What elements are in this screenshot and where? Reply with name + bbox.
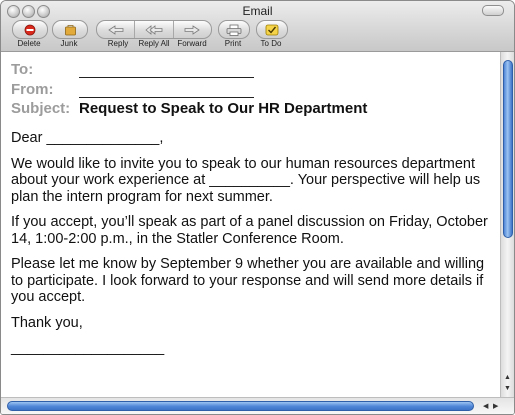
forward-button[interactable] (174, 21, 211, 38)
message-body[interactable]: Dear ______________, We would like to in… (11, 130, 493, 366)
forward-arrow-icon (184, 24, 201, 35)
junk-bag-icon (64, 24, 76, 35)
to-label: To: (11, 61, 34, 78)
reply-segmented-control (96, 20, 212, 39)
scroll-right-arrow-icon[interactable]: ▶ (493, 402, 498, 410)
salutation: Dear ______________, (11, 130, 164, 146)
reply-arrow-icon (107, 24, 124, 35)
horizontal-scrollbar[interactable]: ◀ ▶ (1, 397, 514, 414)
printer-icon (226, 24, 242, 36)
todo-label: To Do (260, 39, 282, 48)
horizontal-scroll-thumb[interactable] (7, 401, 474, 411)
reply-all-arrow-icon (145, 24, 163, 35)
reply-button[interactable] (97, 21, 136, 38)
paragraph-details: If you accept, you’ll speak as part of a… (11, 214, 488, 247)
delete-button[interactable] (12, 20, 48, 39)
message-pane: To: From: Subject: Request to Speak to O… (1, 52, 501, 397)
reply-all-button[interactable] (135, 21, 174, 38)
no-entry-icon (24, 24, 36, 35)
scroll-up-arrow-icon[interactable]: ▲ (504, 374, 511, 381)
junk-label: Junk (60, 39, 78, 48)
vertical-scroll-thumb[interactable] (503, 60, 513, 238)
from-field[interactable] (79, 97, 254, 98)
toolbar-toggle-button[interactable] (482, 5, 504, 16)
subject-label: Subject: (11, 100, 71, 117)
paragraph-request: Please let me know by September 9 whethe… (11, 256, 485, 305)
todo-button[interactable] (256, 20, 288, 39)
paragraph-invitation: We would like to invite you to speak to … (11, 155, 481, 205)
window-title: Email (242, 4, 273, 18)
from-label: From: (11, 81, 54, 98)
scroll-down-arrow-icon[interactable]: ▼ (504, 385, 511, 392)
email-window: Email Delete Junk Reply Reply All Forwar… (0, 0, 515, 415)
to-field[interactable] (79, 77, 254, 78)
junk-button[interactable] (52, 20, 88, 39)
vertical-scrollbar[interactable]: ▲ ▼ (500, 52, 514, 397)
checkmark-icon (265, 24, 279, 35)
title-bar: Email Delete Junk Reply Reply All Forwar… (1, 1, 514, 52)
closing: Thank you, (11, 314, 83, 331)
signature-line: ___________________ (11, 340, 165, 356)
scroll-left-arrow-icon[interactable]: ◀ (483, 402, 488, 410)
print-button[interactable] (218, 20, 250, 39)
subject-field[interactable]: Request to Speak to Our HR Department (79, 100, 367, 117)
